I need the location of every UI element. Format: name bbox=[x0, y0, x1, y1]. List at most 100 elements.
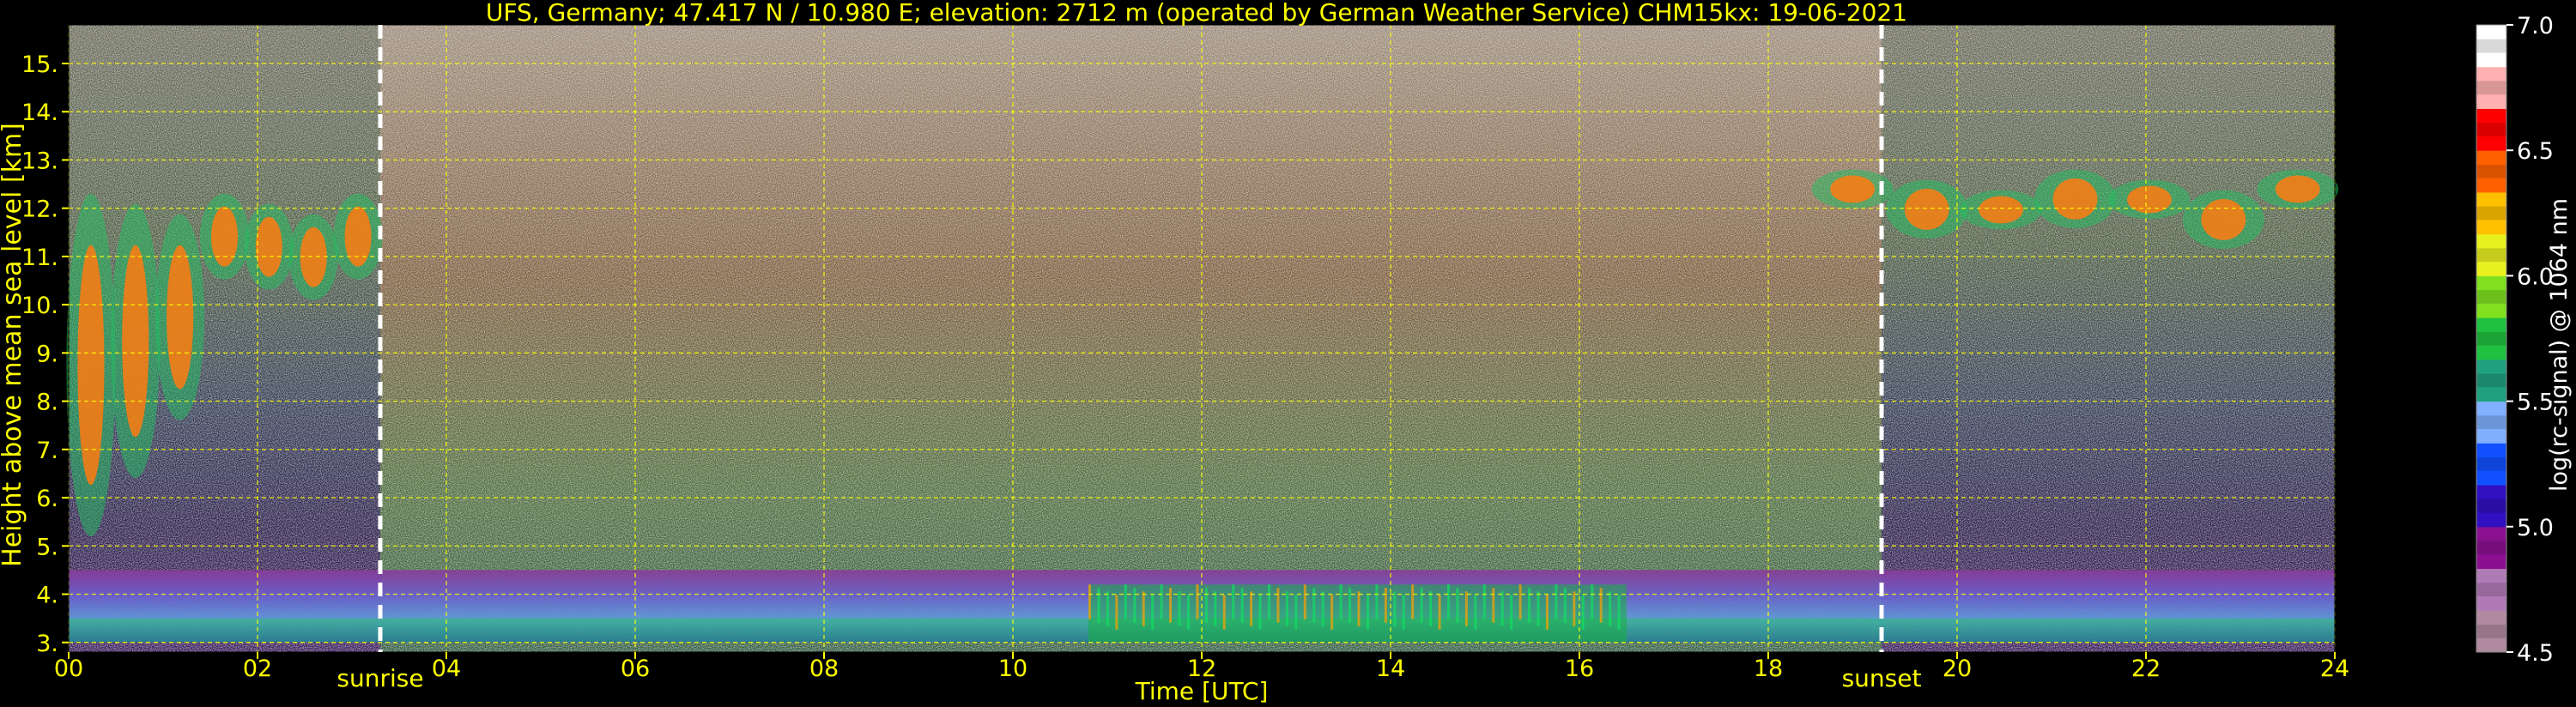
feature-cirrus-core bbox=[300, 227, 327, 287]
feature-low-cloud-streak bbox=[1357, 591, 1361, 626]
feature-low-cloud-streak bbox=[1088, 584, 1091, 619]
feature-low-cloud-streak bbox=[1285, 591, 1288, 626]
colorbar-segment bbox=[2476, 191, 2506, 207]
feature-low-cloud-streak bbox=[1151, 595, 1155, 630]
feature-low-cloud-streak bbox=[1438, 595, 1441, 630]
colorbar-segment bbox=[2476, 108, 2506, 124]
colorbar-segment bbox=[2476, 94, 2506, 109]
feature-cirrus-core bbox=[1830, 175, 1876, 203]
x-tick-label: 08 bbox=[809, 656, 839, 682]
feature-low-cloud-streak bbox=[1115, 595, 1118, 630]
y-tick-label: 6. bbox=[36, 486, 58, 512]
feature-low-cloud-streak bbox=[1510, 595, 1513, 630]
colorbar-label: log(rc-signal) @ 1064 nm bbox=[2546, 198, 2573, 492]
feature-low-cloud-streak bbox=[1178, 591, 1181, 626]
feature-low-cloud-streak bbox=[1555, 584, 1558, 619]
y-tick-label: 4. bbox=[36, 583, 58, 609]
x-tick-label: 20 bbox=[1943, 656, 1972, 682]
feature-low-cloud-streak bbox=[1609, 591, 1612, 626]
feature-low-cloud-streak bbox=[1464, 591, 1468, 626]
x-tick-label: 14 bbox=[1376, 656, 1405, 682]
feature-low-cloud-streak bbox=[1240, 588, 1244, 623]
colorbar-segment bbox=[2476, 485, 2506, 499]
feature-low-cloud-streak bbox=[1169, 588, 1173, 623]
colorbar-segment bbox=[2476, 624, 2506, 639]
feature-low-cloud-streak bbox=[1537, 591, 1540, 626]
feature-low-cloud-streak bbox=[1186, 595, 1190, 630]
feature-low-cloud-streak bbox=[1563, 588, 1567, 623]
feature-cirrus-core bbox=[122, 245, 149, 438]
colorbar-segment bbox=[2476, 582, 2506, 597]
feature-cirrus-core bbox=[2052, 178, 2098, 220]
x-axis-label: Time [UTC] bbox=[1135, 677, 1269, 705]
y-tick-label: 5. bbox=[36, 534, 58, 560]
feature-low-cloud-streak bbox=[1204, 588, 1208, 623]
feature-low-cloud-streak bbox=[1339, 584, 1343, 619]
y-axis-ticks: 3.4.5.6.7.8.9.10.11.12.13.14.15. bbox=[21, 51, 69, 657]
feature-low-cloud-streak bbox=[1349, 588, 1352, 623]
feature-low-cloud-streak bbox=[1133, 588, 1136, 623]
x-tick-label: 10 bbox=[998, 656, 1027, 682]
feature-low-cloud-streak bbox=[1124, 584, 1127, 619]
feature-cirrus-core bbox=[2201, 198, 2246, 240]
y-axis-label: Height above mean sea level [km] bbox=[0, 123, 27, 567]
colorbar-segment bbox=[2476, 178, 2506, 193]
colorbar-segment bbox=[2476, 499, 2506, 514]
feature-low-cloud-streak bbox=[1142, 591, 1145, 626]
colorbar-segment bbox=[2476, 470, 2506, 486]
feature-low-cloud-streak bbox=[1330, 595, 1334, 630]
colorbar-segment bbox=[2476, 247, 2506, 263]
y-tick-label: 15. bbox=[21, 51, 58, 78]
colorbar-segment bbox=[2476, 66, 2506, 82]
y-tick-label: 14. bbox=[21, 100, 58, 126]
colorbar-segment bbox=[2476, 303, 2506, 318]
colorbar-segment bbox=[2476, 164, 2506, 179]
feature-low-cloud-streak bbox=[1482, 584, 1486, 619]
colorbar-tick-label: 5.0 bbox=[2517, 515, 2554, 541]
plot-area bbox=[66, 25, 2339, 652]
feature-low-cloud-streak bbox=[1384, 588, 1387, 623]
sunrise-label: sunrise bbox=[336, 664, 423, 692]
colorbar-segment bbox=[2476, 220, 2506, 235]
x-tick-label: 18 bbox=[1754, 656, 1783, 682]
feature-low-cloud-streak bbox=[1106, 591, 1109, 626]
x-tick-label: 24 bbox=[2320, 656, 2349, 682]
sunset-label: sunset bbox=[1842, 664, 1922, 692]
colorbar-segment bbox=[2476, 568, 2506, 583]
colorbar-segment bbox=[2476, 275, 2506, 291]
colorbar-segment bbox=[2476, 512, 2506, 528]
colorbar-segment bbox=[2476, 387, 2506, 402]
y-tick-label: 9. bbox=[36, 341, 58, 367]
feature-low-cloud-streak bbox=[1429, 591, 1433, 626]
feature-low-cloud-streak bbox=[1250, 591, 1253, 626]
colorbar-segment bbox=[2476, 554, 2506, 570]
feature-low-cloud-streak bbox=[1528, 588, 1531, 623]
colorbar-segment bbox=[2476, 401, 2506, 416]
feature-low-cloud-streak bbox=[1321, 591, 1324, 626]
colorbar-segment bbox=[2476, 414, 2506, 430]
colorbar-segment bbox=[2476, 25, 2506, 39]
feature-cirrus-core bbox=[1979, 196, 2024, 224]
colorbar-segment bbox=[2476, 80, 2506, 95]
feature-low-cloud-streak bbox=[1518, 584, 1522, 619]
colorbar-segment bbox=[2476, 122, 2506, 137]
colorbar-segment bbox=[2476, 331, 2506, 347]
feature-low-cloud-streak bbox=[1411, 584, 1415, 619]
feature-low-cloud-streak bbox=[1222, 595, 1226, 630]
x-tick-label: 22 bbox=[2131, 656, 2161, 682]
feature-low-cloud-streak bbox=[1268, 584, 1270, 619]
colorbar-segment bbox=[2476, 233, 2506, 249]
chart-title: UFS, Germany; 47.417 N / 10.980 E; eleva… bbox=[486, 0, 1907, 27]
colorbar-tick-label: 4.5 bbox=[2517, 640, 2554, 667]
colorbar-segment bbox=[2476, 373, 2506, 388]
x-tick-label: 00 bbox=[54, 656, 83, 682]
feature-cirrus-core bbox=[1904, 188, 1949, 230]
colorbar-segment bbox=[2476, 206, 2506, 221]
feature-low-cloud-streak bbox=[1492, 588, 1495, 623]
feature-low-cloud-streak bbox=[1160, 584, 1163, 619]
feature-low-cloud-streak bbox=[1214, 591, 1217, 626]
feature-low-cloud-streak bbox=[1312, 588, 1316, 623]
colorbar-tick-label: 6.5 bbox=[2517, 138, 2554, 165]
x-tick-label: 06 bbox=[621, 656, 650, 682]
colorbar-tick-label: 7.0 bbox=[2517, 13, 2554, 39]
